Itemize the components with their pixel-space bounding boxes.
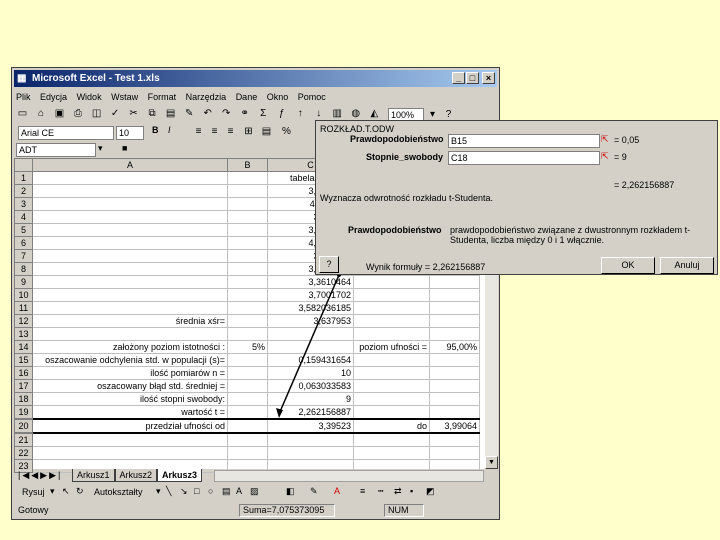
- df-label: Stopnie_swobody: [366, 152, 444, 162]
- function-description: Wyznacza odwrotność rozkładu t-Studenta.: [320, 193, 494, 203]
- arg-description: prawdopodobieństwo związane z dwustronny…: [450, 225, 691, 245]
- collapse-dialog-icon[interactable]: ⇱: [601, 151, 609, 162]
- help-button[interactable]: ?: [319, 256, 339, 273]
- formula-total: = 2,262156887: [614, 180, 675, 190]
- prob-result: = 0,05: [614, 135, 640, 145]
- ok-button[interactable]: OK: [601, 257, 655, 274]
- arg-title: Prawdopodobieństwo: [348, 225, 442, 235]
- df-input[interactable]: C18: [448, 151, 600, 165]
- function-arguments-dialog: ROZKŁAD.T.ODW Prawdopodobieństwo B15 ⇱ =…: [315, 120, 718, 275]
- dialog-function-name: ROZKŁAD.T.ODW: [320, 124, 395, 134]
- annotation-arrow: [278, 274, 340, 415]
- cancel-button[interactable]: Anuluj: [660, 257, 714, 274]
- collapse-dialog-icon[interactable]: ⇱: [601, 134, 609, 145]
- prob-label: Prawdopodobieństwo: [350, 134, 444, 144]
- df-result: = 9: [614, 152, 627, 162]
- annotation-arrowhead: [276, 408, 283, 418]
- formula-result: Wynik formuły = 2,262156887: [366, 262, 486, 272]
- prob-input[interactable]: B15: [448, 134, 600, 148]
